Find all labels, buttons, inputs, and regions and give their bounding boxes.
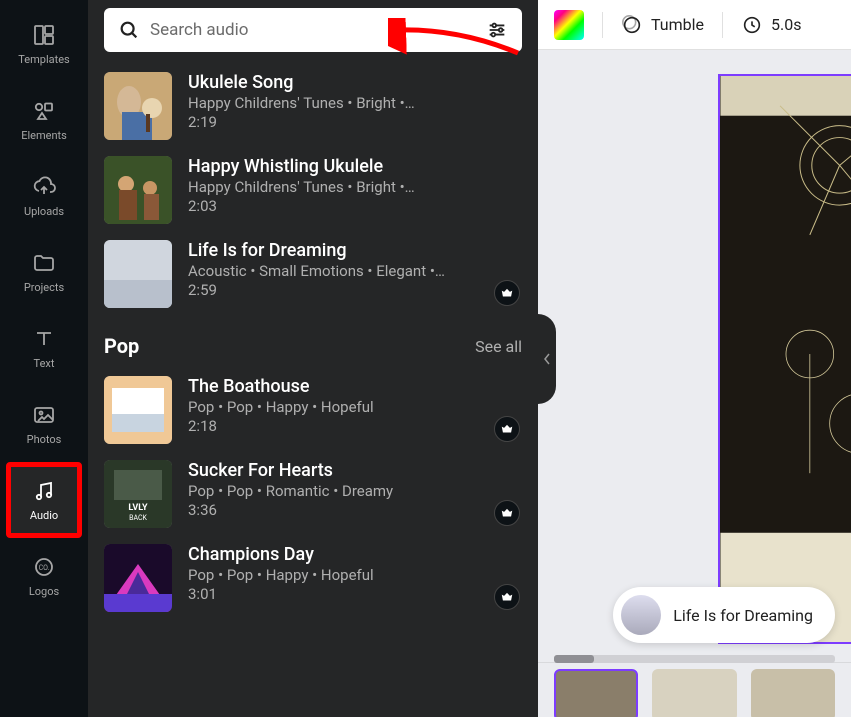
sidebar-item-projects[interactable]: Projects <box>6 234 82 310</box>
track-title: Life Is for Dreaming <box>188 240 522 261</box>
track-thumb <box>104 72 172 140</box>
sidebar-item-photos[interactable]: Photos <box>6 386 82 462</box>
canvas-frame[interactable] <box>718 74 851 644</box>
pro-badge-icon <box>494 500 520 526</box>
clock-icon <box>741 14 763 36</box>
track-thumb <box>104 240 172 308</box>
track-item[interactable]: Life Is for Dreaming Acoustic • Small Em… <box>104 232 522 316</box>
sidebar-item-label: Audio <box>30 509 58 522</box>
now-playing-title: Life Is for Dreaming <box>673 606 813 625</box>
sidebar: Templates Elements Uploads Projects Text… <box>0 0 88 717</box>
timing-selector[interactable]: 5.0s <box>741 14 801 36</box>
sidebar-item-label: Logos <box>29 585 59 598</box>
track-thumb <box>104 544 172 612</box>
track-title: The Boathouse <box>188 376 522 397</box>
sidebar-item-label: Projects <box>24 281 64 294</box>
sidebar-item-label: Templates <box>18 53 69 66</box>
sidebar-item-label: Elements <box>21 129 67 142</box>
search-icon <box>118 19 140 41</box>
sidebar-item-templates[interactable]: Templates <box>6 6 82 82</box>
track-duration: 2:59 <box>188 281 522 299</box>
see-all-link[interactable]: See all <box>475 337 522 356</box>
canvas-toolbar: Tumble 5.0s <box>538 0 851 50</box>
svg-text:LVLY: LVLY <box>128 503 148 513</box>
page-thumb[interactable] <box>652 669 736 717</box>
track-title: Champions Day <box>188 544 522 565</box>
sidebar-item-logos[interactable]: CO. Logos <box>6 538 82 614</box>
search-bar[interactable] <box>104 8 522 52</box>
sidebar-item-elements[interactable]: Elements <box>6 82 82 158</box>
track-item[interactable]: Ukulele Song Happy Childrens' Tunes • Br… <box>104 64 522 148</box>
track-item[interactable]: Champions Day Pop • Pop • Happy • Hopefu… <box>104 536 522 620</box>
sidebar-item-audio[interactable]: Audio <box>6 462 82 538</box>
sidebar-item-text[interactable]: Text <box>6 310 82 386</box>
canvas-area: Tumble 5.0s <box>538 0 851 717</box>
page-thumb[interactable] <box>554 669 638 717</box>
now-playing-pill[interactable]: Life Is for Dreaming <box>613 587 835 643</box>
timing-label: 5.0s <box>771 15 801 34</box>
search-input[interactable] <box>150 20 476 40</box>
track-meta: Happy Childrens' Tunes • Bright •… <box>188 94 522 112</box>
page-thumbnails <box>538 662 851 717</box>
color-swatch[interactable] <box>554 10 584 40</box>
audio-panel: Ukulele Song Happy Childrens' Tunes • Br… <box>88 0 538 717</box>
canvas-content <box>720 76 851 642</box>
track-title: Sucker For Hearts <box>188 460 522 481</box>
track-title: Happy Whistling Ukulele <box>188 156 522 177</box>
svg-text:BACK: BACK <box>129 514 147 522</box>
pro-badge-icon <box>494 584 520 610</box>
animation-selector[interactable]: Tumble <box>621 14 704 36</box>
track-list: Ukulele Song Happy Childrens' Tunes • Br… <box>88 64 538 717</box>
track-meta: Pop • Pop • Romantic • Dreamy <box>188 482 522 500</box>
track-meta: Happy Childrens' Tunes • Bright •… <box>188 178 522 196</box>
track-duration: 2:18 <box>188 417 522 435</box>
sidebar-item-uploads[interactable]: Uploads <box>6 158 82 234</box>
animation-label: Tumble <box>651 15 704 34</box>
pro-badge-icon <box>494 280 520 306</box>
horizontal-scrollbar[interactable] <box>554 655 835 663</box>
section-title: Pop <box>104 334 139 358</box>
track-item[interactable]: LVLYBACK Sucker For Hearts Pop • Pop • R… <box>104 452 522 536</box>
track-thumb <box>104 156 172 224</box>
track-meta: Pop • Pop • Happy • Hopeful <box>188 398 522 416</box>
pro-badge-icon <box>494 416 520 442</box>
animation-icon <box>621 14 643 36</box>
track-duration: 3:36 <box>188 501 522 519</box>
page-thumb[interactable] <box>751 669 835 717</box>
track-item[interactable]: The Boathouse Pop • Pop • Happy • Hopefu… <box>104 368 522 452</box>
track-meta: Acoustic • Small Emotions • Elegant •… <box>188 262 522 280</box>
now-playing-thumb <box>621 595 661 635</box>
track-duration: 3:01 <box>188 585 522 603</box>
filter-icon[interactable] <box>486 19 508 41</box>
track-title: Ukulele Song <box>188 72 522 93</box>
track-thumb: LVLYBACK <box>104 460 172 528</box>
svg-text:CO.: CO. <box>39 564 50 572</box>
track-thumb <box>104 376 172 444</box>
sidebar-item-label: Photos <box>27 433 62 446</box>
sidebar-item-label: Uploads <box>24 205 64 218</box>
track-duration: 2:03 <box>188 197 522 215</box>
track-duration: 2:19 <box>188 113 522 131</box>
track-meta: Pop • Pop • Happy • Hopeful <box>188 566 522 584</box>
sidebar-item-label: Text <box>34 357 55 370</box>
track-item[interactable]: Happy Whistling Ukulele Happy Childrens'… <box>104 148 522 232</box>
